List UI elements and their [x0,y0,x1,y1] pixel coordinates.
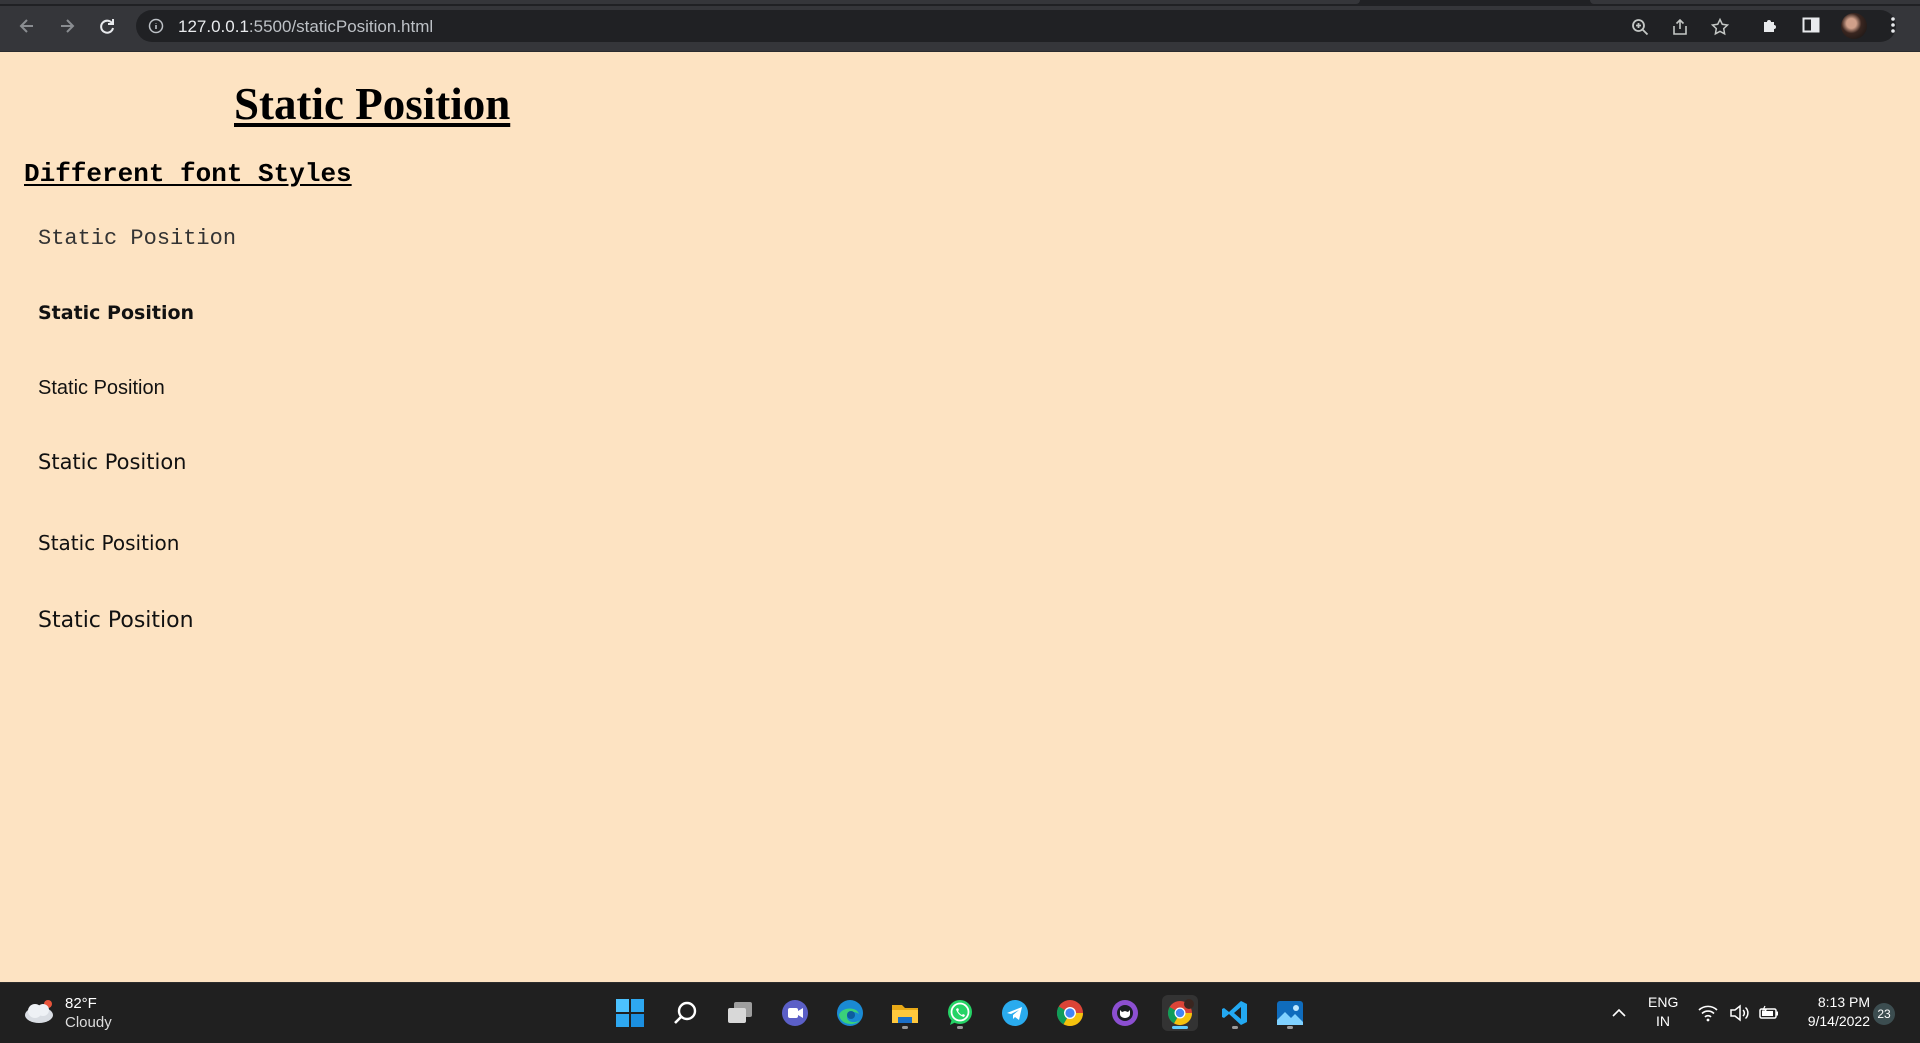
task-view-button[interactable] [722,995,758,1031]
chrome-profile-icon [1167,999,1194,1026]
url-path: :5500/staticPosition.html [248,17,434,36]
photos-button[interactable] [1272,995,1308,1031]
site-info-icon[interactable] [148,18,164,34]
bookmark-star-icon[interactable] [1710,17,1730,37]
vscode-icon [1222,1001,1247,1025]
running-indicator [902,1026,908,1029]
forward-arrow-icon [61,19,75,33]
whatsapp-icon [948,1000,972,1025]
weather-temp: 82°F [65,995,97,1012]
share-icon[interactable] [1670,17,1690,37]
windows-taskbar: 82°F Cloudy ENG IN 8:13 PM 9/14/2022 23 [0,982,1920,1043]
telegram-icon [1002,1000,1028,1026]
active-indicator [1172,1026,1188,1029]
static-text-regular: Static Position [38,531,180,555]
page-heading: Static Position [234,79,511,129]
back-button[interactable] [14,13,40,39]
teams-chat-icon [782,1000,808,1026]
chrome-profile-button[interactable] [1162,995,1198,1031]
start-button[interactable] [612,995,648,1031]
static-text-monospace: Static Position [38,226,237,251]
address-bar[interactable]: 127.0.0.1:5500/staticPosition.html [136,10,1896,42]
system-clock[interactable]: 8:13 PM 9/14/2022 [1794,993,1870,1031]
weather-widget[interactable]: 82°F Cloudy [22,993,142,1033]
profile-avatar[interactable] [1841,13,1867,39]
folder-icon [892,1005,918,1023]
url-text[interactable]: 127.0.0.1:5500/staticPosition.html [178,17,433,37]
back-arrow-icon [19,19,33,33]
task-view-icon [728,1002,752,1023]
running-indicator [1232,1026,1238,1029]
static-text-sans: Static Position [38,377,165,399]
notification-badge[interactable]: 23 [1873,1003,1895,1025]
teams-chat-button[interactable] [777,995,813,1031]
static-text-wide: Static Position [38,608,194,633]
extensions-puzzle-icon[interactable] [1760,14,1782,36]
vscode-button[interactable] [1217,995,1253,1031]
search-icon [674,1001,697,1024]
edge-browser-icon [837,1000,863,1026]
reload-button[interactable] [94,13,120,39]
language-code: ENG [1648,994,1679,1010]
chrome-button[interactable] [1052,995,1088,1031]
side-panel-icon[interactable] [1800,14,1822,36]
static-text-bold: Static Position [38,302,195,324]
running-indicator [1287,1026,1293,1029]
battery-icon[interactable] [1758,1003,1780,1023]
tab-edge-right [1590,0,1920,4]
zoom-icon[interactable] [1630,17,1650,37]
page-subheading: Different font Styles [24,159,352,189]
active-tab-edge [0,0,1360,4]
whatsapp-button[interactable] [942,995,978,1031]
search-button[interactable] [668,995,704,1031]
photos-icon [1277,1001,1303,1025]
tab-strip [0,0,1920,6]
windows-logo-icon [616,999,644,1027]
url-host: 127.0.0.1 [178,17,249,36]
chevron-up-icon[interactable] [1609,1003,1629,1023]
running-indicator [957,1026,963,1029]
browser-toolbar: 127.0.0.1:5500/staticPosition.html [0,0,1920,52]
weather-condition: Cloudy [65,1014,112,1031]
chrome-icon [1056,1000,1084,1027]
forward-button[interactable] [54,13,80,39]
github-desktop-button[interactable] [1107,995,1143,1031]
cloud-weather-icon [25,1000,53,1023]
language-indicator[interactable]: ENG IN [1648,993,1678,1031]
reload-icon [100,19,114,34]
telegram-button[interactable] [997,995,1033,1031]
file-explorer-button[interactable] [887,995,923,1031]
wifi-icon[interactable] [1697,1003,1719,1023]
github-icon [1112,1000,1138,1026]
static-text-large: Static Position [38,450,187,474]
page-content: Static Position Different font Styles St… [0,52,1920,982]
more-menu-icon[interactable] [1882,14,1904,36]
clock-date: 9/14/2022 [1807,1013,1870,1029]
volume-icon[interactable] [1728,1003,1750,1023]
region-code: IN [1656,1013,1670,1029]
clock-time: 8:13 PM [1817,994,1870,1010]
edge-button[interactable] [832,995,868,1031]
